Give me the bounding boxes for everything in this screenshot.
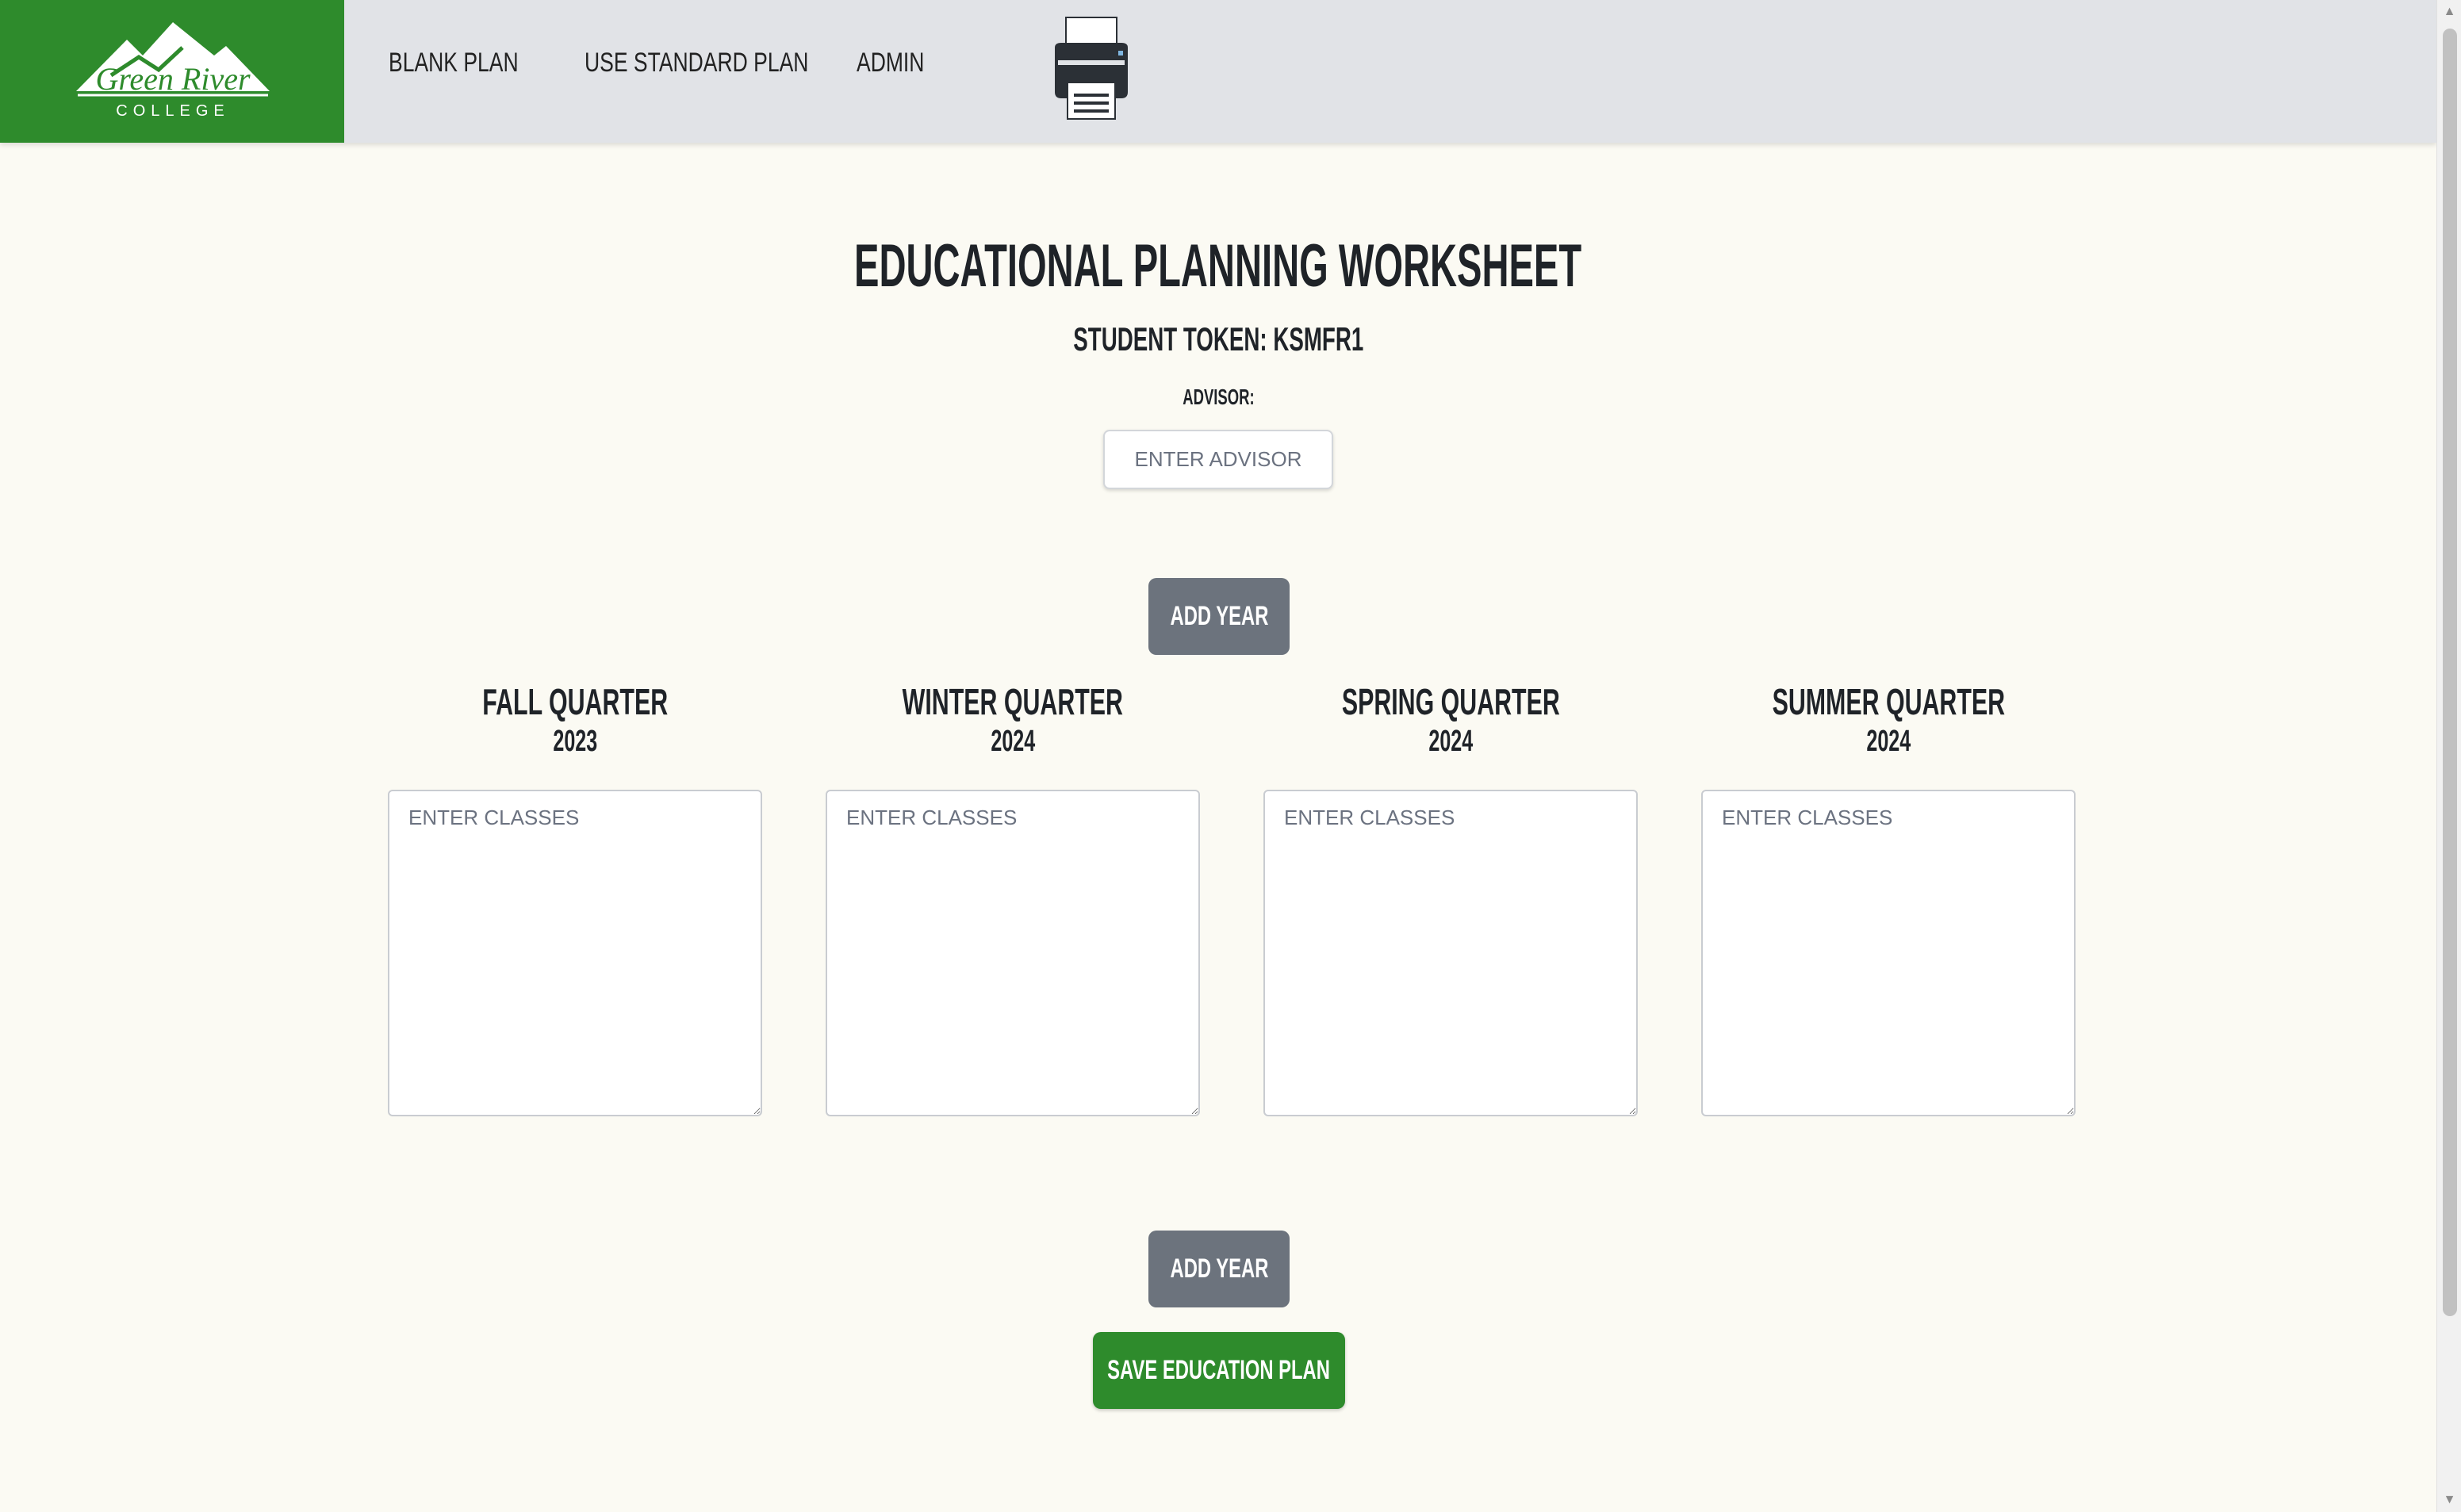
quarter-fall: Fall Quarter 2023 <box>388 680 762 1116</box>
quarter-name: Summer Quarter <box>1772 681 2005 722</box>
scroll-down-arrow-icon[interactable]: ▼ <box>2437 1488 2461 1512</box>
save-button-label: Save Education Plan <box>1107 1355 1331 1385</box>
student-token: Student Token: KSMFR1 <box>0 320 2436 358</box>
quarter-spring: Spring Quarter 2024 <box>1263 680 1638 1116</box>
quarter-name: Spring Quarter <box>1341 681 1560 722</box>
quarter-name: Winter Quarter <box>902 681 1124 722</box>
quarter-year: 2024 <box>1428 725 1473 758</box>
mountain-logo-icon: Green River COLLEGE <box>76 22 270 120</box>
save-education-plan-button[interactable]: Save Education Plan <box>1093 1332 1345 1409</box>
add-year-label-top: Add Year <box>1170 601 1268 631</box>
advisor-label: Advisor: <box>0 385 2436 410</box>
quarter-year: 2024 <box>991 725 1035 758</box>
quarter-year: 2023 <box>553 725 597 758</box>
quarter-name: Fall Quarter <box>482 681 668 722</box>
quarter-year: 2024 <box>1866 725 1911 758</box>
student-token-text: Student Token: KSMFR1 <box>1072 320 1364 358</box>
advisor-label-text: Advisor: <box>1182 385 1255 409</box>
scroll-up-arrow-icon[interactable]: ▲ <box>2437 0 2461 24</box>
page-title: Educational Planning Worksheet <box>0 232 2436 300</box>
add-year-label-bottom: Add Year <box>1170 1254 1268 1284</box>
page-title-text: Educational Planning Worksheet <box>854 232 1582 300</box>
summer-classes-textarea[interactable] <box>1701 790 2076 1116</box>
college-logo[interactable]: Green River COLLEGE <box>0 0 344 143</box>
nav-admin[interactable]: Admin <box>857 48 924 78</box>
printer-icon[interactable] <box>1047 14 1136 122</box>
spring-classes-textarea[interactable] <box>1263 790 1638 1116</box>
vertical-scrollbar[interactable]: ▲ ▼ <box>2436 0 2461 1512</box>
logo-wordmark: Green River <box>95 61 251 97</box>
winter-classes-textarea[interactable] <box>826 790 1200 1116</box>
add-year-button-top[interactable]: Add Year <box>1148 578 1290 655</box>
navbar: Green River COLLEGE Blank Plan Use Stand… <box>0 0 2436 143</box>
fall-classes-textarea[interactable] <box>388 790 762 1116</box>
page: Green River COLLEGE Blank Plan Use Stand… <box>0 0 2461 1512</box>
quarter-winter: Winter Quarter 2024 <box>826 680 1200 1116</box>
nav-use-standard-plan[interactable]: Use Standard Plan <box>585 48 808 78</box>
scrollbar-thumb[interactable] <box>2443 29 2457 1316</box>
quarter-summer: Summer Quarter 2024 <box>1701 680 2076 1116</box>
logo-subtext: COLLEGE <box>116 102 229 120</box>
advisor-input[interactable] <box>1103 430 1333 489</box>
nav-blank-plan[interactable]: Blank Plan <box>389 48 519 78</box>
add-year-button-bottom[interactable]: Add Year <box>1148 1231 1290 1307</box>
